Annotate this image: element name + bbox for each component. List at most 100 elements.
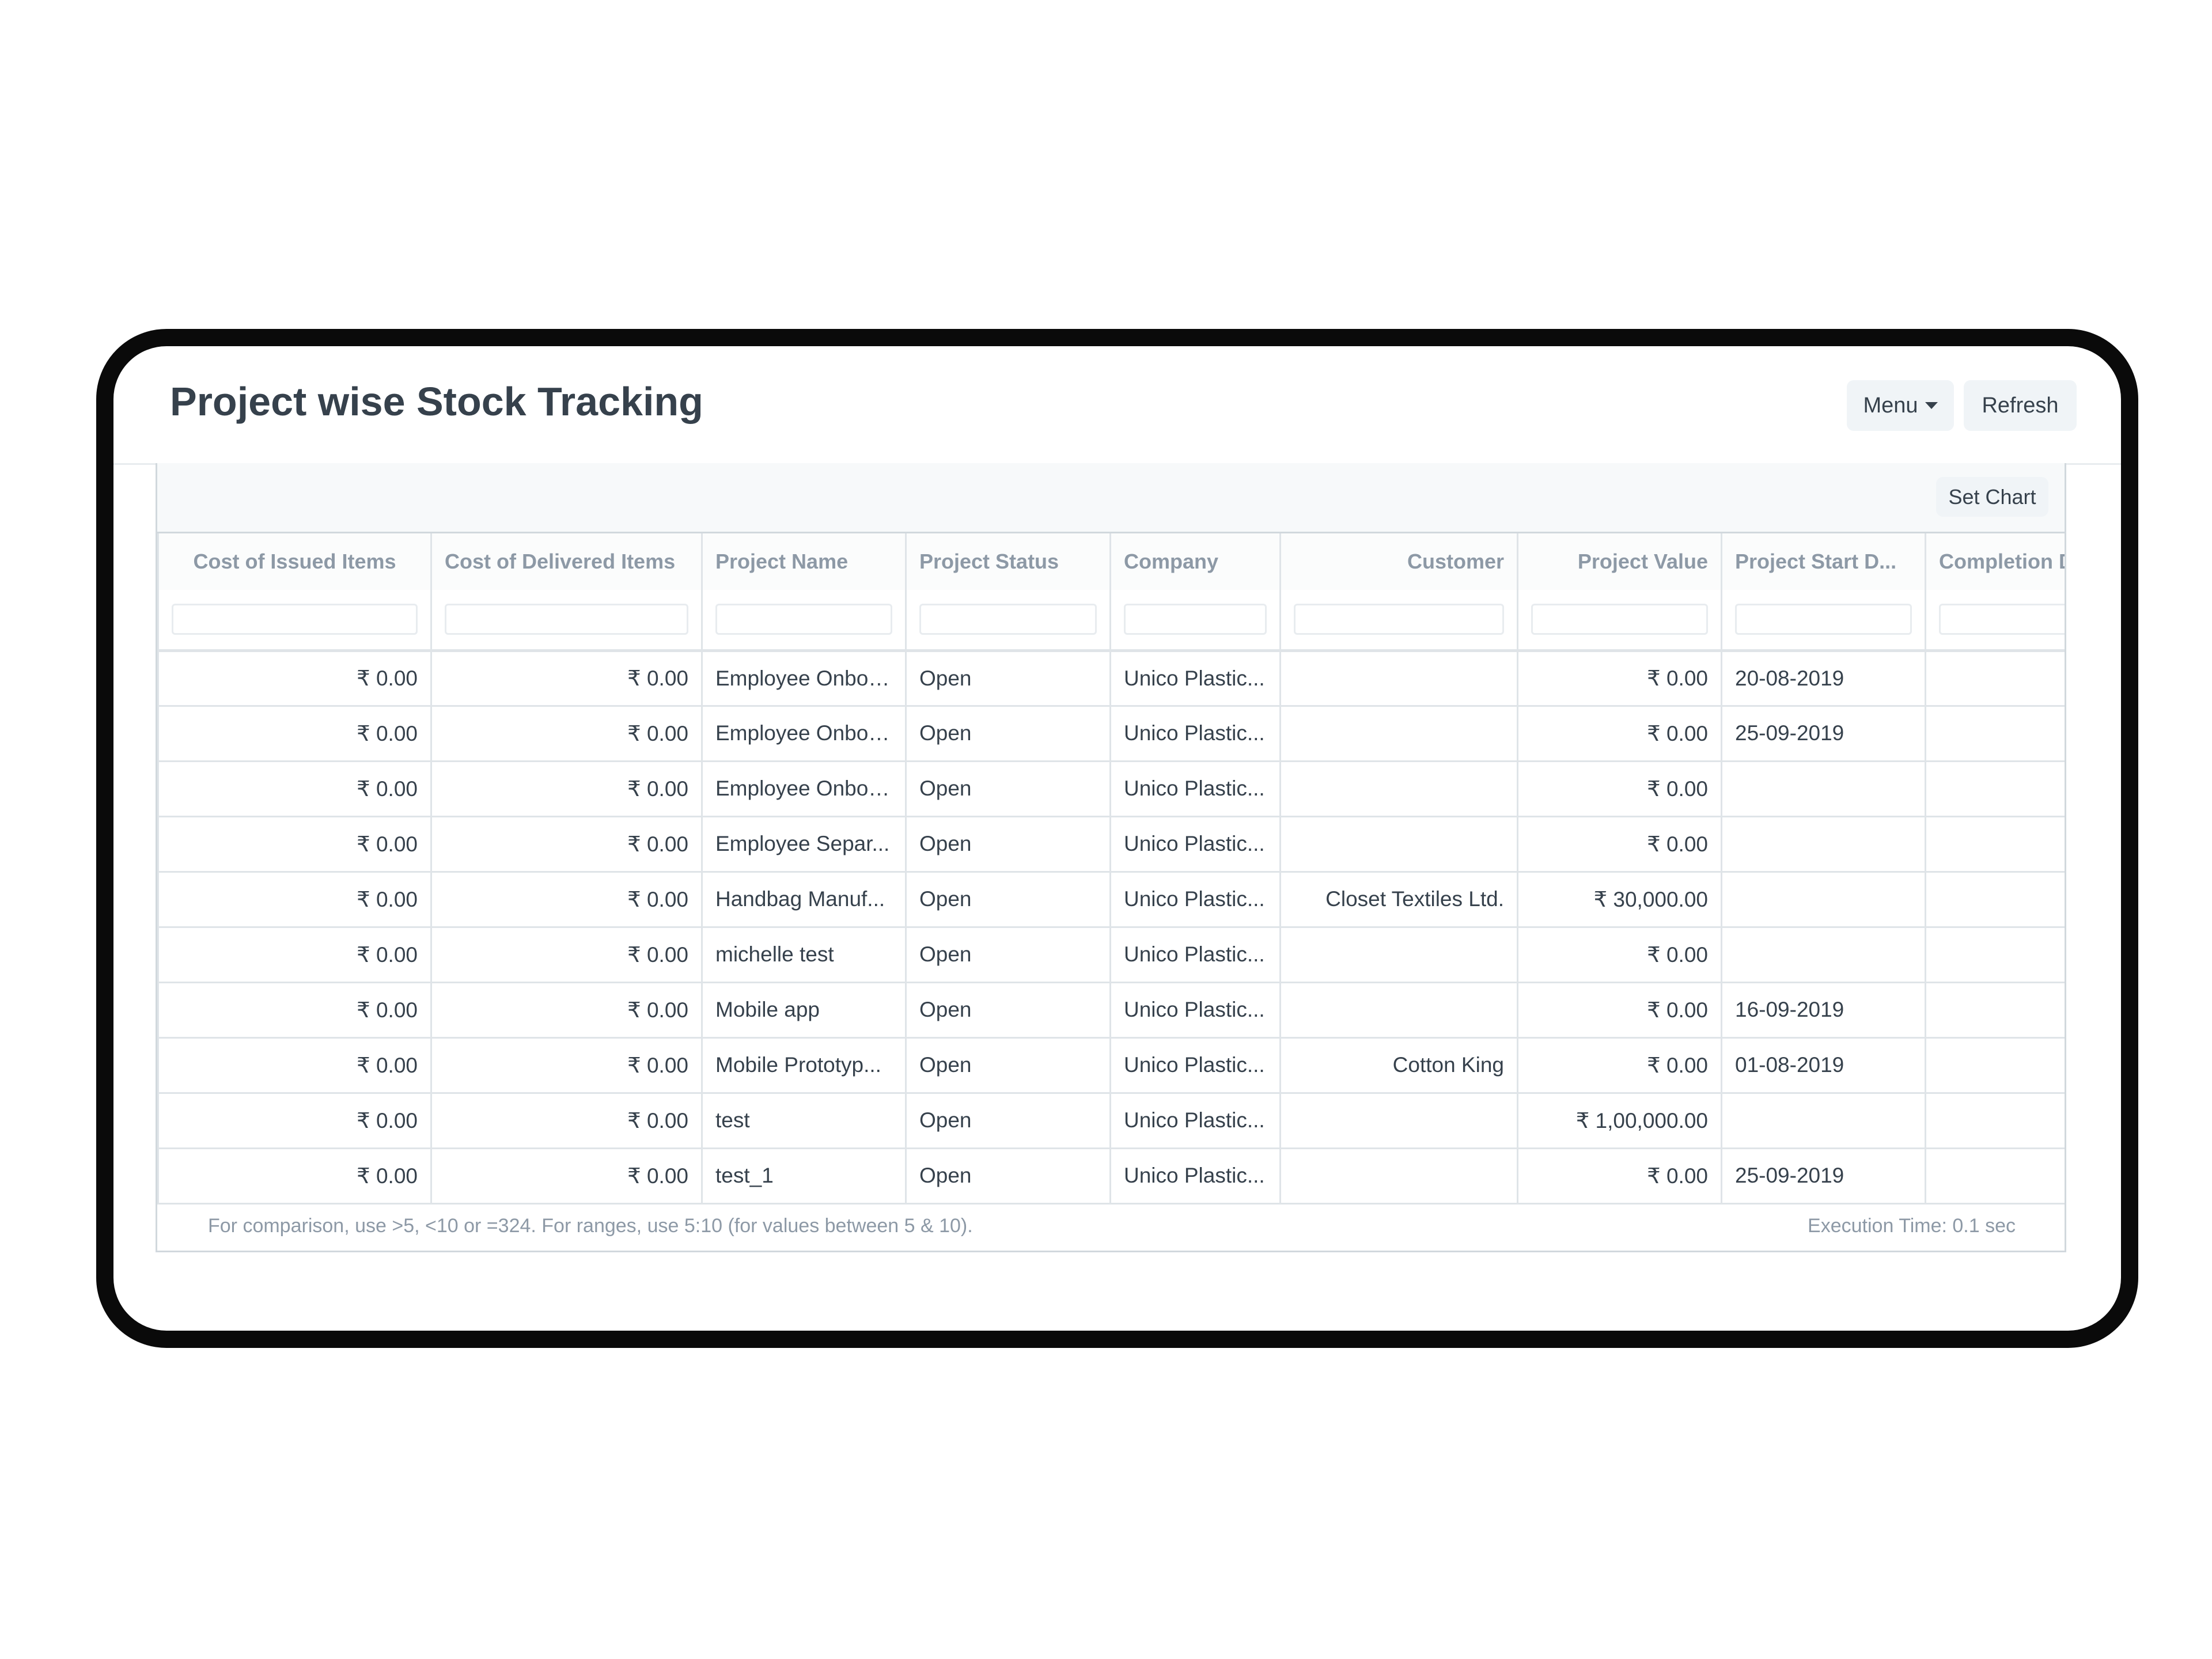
cell-project-value[interactable]: ₹ 0.00 — [1517, 982, 1722, 1039]
filter-input-project-start-date[interactable] — [1735, 604, 1912, 635]
table-row[interactable]: ₹ 0.00 ₹ 0.00 test_1 Open Unico Plastic... ₹ … — [157, 1148, 2065, 1205]
cell-cost-of-issued-items[interactable]: ₹ 0.00 — [157, 1037, 432, 1094]
cell-project-name[interactable]: Mobile app — [702, 982, 907, 1039]
filter-input-completion-date[interactable] — [1939, 604, 2065, 635]
column-header-company[interactable]: Company — [1110, 533, 1281, 590]
cell-cost-of-issued-items[interactable]: ₹ 0.00 — [157, 982, 432, 1039]
cell-company[interactable]: Unico Plastic... — [1110, 1037, 1281, 1094]
column-header-project-start-date[interactable]: Project Start D... — [1721, 533, 1926, 590]
table-row[interactable]: ₹ 0.00 ₹ 0.00 michelle test Open Unico Plast… — [157, 927, 2065, 983]
cell-completion-date[interactable] — [1925, 706, 2065, 762]
cell-completion-date[interactable] — [1925, 650, 2065, 707]
cell-customer[interactable] — [1280, 1093, 1518, 1149]
cell-project-start-date[interactable]: 25-09-2019 — [1721, 1148, 1926, 1205]
cell-project-status[interactable]: Open — [906, 1093, 1111, 1149]
cell-project-status[interactable]: Open — [906, 650, 1111, 707]
cell-completion-date[interactable]: 31-10-2 — [1925, 1148, 2065, 1205]
cell-company[interactable]: Unico Plastic... — [1110, 1148, 1281, 1205]
cell-company[interactable]: Unico Plastic... — [1110, 706, 1281, 762]
cell-project-start-date[interactable]: 20-08-2019 — [1721, 650, 1926, 707]
cell-customer[interactable] — [1280, 927, 1518, 983]
cell-customer[interactable]: Closet Textiles Ltd. — [1280, 872, 1518, 928]
cell-project-status[interactable]: Open — [906, 1148, 1111, 1205]
filter-input-company[interactable] — [1124, 604, 1267, 635]
column-header-customer[interactable]: Customer — [1280, 533, 1518, 590]
table-row[interactable]: ₹ 0.00 ₹ 0.00 Employee Separ... Open Unico P… — [157, 816, 2065, 873]
cell-completion-date[interactable] — [1925, 816, 2065, 873]
cell-completion-date[interactable] — [1925, 1093, 2065, 1149]
table-row[interactable]: ₹ 0.00 ₹ 0.00 Mobile Prototyp... Open Unico … — [157, 1037, 2065, 1094]
cell-customer[interactable]: Cotton King — [1280, 1037, 1518, 1094]
cell-project-start-date[interactable] — [1721, 872, 1926, 928]
column-header-cost-of-delivered-items[interactable]: Cost of Delivered Items — [431, 533, 703, 590]
cell-cost-of-issued-items[interactable]: ₹ 0.00 — [157, 816, 432, 873]
column-header-project-value[interactable]: Project Value — [1517, 533, 1722, 590]
cell-project-status[interactable]: Open — [906, 982, 1111, 1039]
cell-customer[interactable] — [1280, 650, 1518, 707]
filter-input-project-status[interactable] — [919, 604, 1097, 635]
cell-project-name[interactable]: Employee Onboa... — [702, 706, 907, 762]
cell-cost-of-delivered-items[interactable]: ₹ 0.00 — [431, 650, 703, 707]
cell-company[interactable]: Unico Plastic... — [1110, 650, 1281, 707]
filter-input-cost-of-issued-items[interactable] — [172, 604, 418, 635]
cell-project-status[interactable]: Open — [906, 1037, 1111, 1094]
cell-project-start-date[interactable] — [1721, 1093, 1926, 1149]
cell-project-name[interactable]: Employee Separ... — [702, 816, 907, 873]
cell-cost-of-delivered-items[interactable]: ₹ 0.00 — [431, 872, 703, 928]
cell-project-status[interactable]: Open — [906, 706, 1111, 762]
cell-project-value[interactable]: ₹ 0.00 — [1517, 927, 1722, 983]
cell-customer[interactable] — [1280, 761, 1518, 817]
cell-project-status[interactable]: Open — [906, 927, 1111, 983]
table-row[interactable]: ₹ 0.00 ₹ 0.00 Employee Onboa... Open Unico P… — [157, 650, 2065, 707]
cell-company[interactable]: Unico Plastic... — [1110, 872, 1281, 928]
cell-cost-of-delivered-items[interactable]: ₹ 0.00 — [431, 1148, 703, 1205]
cell-project-start-date[interactable] — [1721, 816, 1926, 873]
cell-cost-of-issued-items[interactable]: ₹ 0.00 — [157, 1093, 432, 1149]
cell-project-name[interactable]: Mobile Prototyp... — [702, 1037, 907, 1094]
cell-company[interactable]: Unico Plastic... — [1110, 927, 1281, 983]
filter-input-project-value[interactable] — [1531, 604, 1708, 635]
cell-customer[interactable] — [1280, 1148, 1518, 1205]
cell-project-value[interactable]: ₹ 30,000.00 — [1517, 872, 1722, 928]
table-row[interactable]: ₹ 0.00 ₹ 0.00 Employee Onboa... Open Unico P… — [157, 706, 2065, 762]
cell-cost-of-issued-items[interactable]: ₹ 0.00 — [157, 927, 432, 983]
cell-project-value[interactable]: ₹ 0.00 — [1517, 761, 1722, 817]
cell-project-value[interactable]: ₹ 0.00 — [1517, 650, 1722, 707]
cell-project-name[interactable]: test_1 — [702, 1148, 907, 1205]
table-row[interactable]: ₹ 0.00 ₹ 0.00 test Open Unico Plastic... ₹ 1,… — [157, 1093, 2065, 1149]
cell-project-value[interactable]: ₹ 0.00 — [1517, 706, 1722, 762]
cell-customer[interactable] — [1280, 706, 1518, 762]
table-row[interactable]: ₹ 0.00 ₹ 0.00 Mobile app Open Unico Plastic.… — [157, 982, 2065, 1039]
cell-project-name[interactable]: Employee Onboa... — [702, 761, 907, 817]
cell-cost-of-delivered-items[interactable]: ₹ 0.00 — [431, 1093, 703, 1149]
cell-project-name[interactable]: Handbag Manuf... — [702, 872, 907, 928]
cell-project-start-date[interactable]: 16-09-2019 — [1721, 982, 1926, 1039]
cell-project-value[interactable]: ₹ 1,00,000.00 — [1517, 1093, 1722, 1149]
cell-project-status[interactable]: Open — [906, 816, 1111, 873]
cell-cost-of-delivered-items[interactable]: ₹ 0.00 — [431, 816, 703, 873]
cell-company[interactable]: Unico Plastic... — [1110, 761, 1281, 817]
column-header-project-status[interactable]: Project Status — [906, 533, 1111, 590]
cell-project-name[interactable]: michelle test — [702, 927, 907, 983]
column-header-completion-date[interactable]: Completion D — [1925, 533, 2065, 590]
cell-project-value[interactable]: ₹ 0.00 — [1517, 1148, 1722, 1205]
cell-cost-of-delivered-items[interactable]: ₹ 0.00 — [431, 706, 703, 762]
cell-customer[interactable] — [1280, 982, 1518, 1039]
cell-cost-of-issued-items[interactable]: ₹ 0.00 — [157, 1148, 432, 1205]
cell-project-value[interactable]: ₹ 0.00 — [1517, 816, 1722, 873]
cell-project-start-date[interactable]: 01-08-2019 — [1721, 1037, 1926, 1094]
cell-cost-of-delivered-items[interactable]: ₹ 0.00 — [431, 1037, 703, 1094]
cell-project-start-date[interactable] — [1721, 927, 1926, 983]
cell-company[interactable]: Unico Plastic... — [1110, 982, 1281, 1039]
cell-completion-date[interactable]: 30-11-2 — [1925, 872, 2065, 928]
filter-input-project-name[interactable] — [715, 604, 892, 635]
cell-cost-of-delivered-items[interactable]: ₹ 0.00 — [431, 927, 703, 983]
cell-cost-of-delivered-items[interactable]: ₹ 0.00 — [431, 982, 703, 1039]
cell-project-start-date[interactable] — [1721, 761, 1926, 817]
cell-project-name[interactable]: Employee Onboa... — [702, 650, 907, 707]
refresh-button[interactable]: Refresh — [1964, 380, 2077, 431]
table-row[interactable]: ₹ 0.00 ₹ 0.00 Handbag Manuf... Open Unico Pl… — [157, 872, 2065, 928]
cell-cost-of-delivered-items[interactable]: ₹ 0.00 — [431, 761, 703, 817]
cell-cost-of-issued-items[interactable]: ₹ 0.00 — [157, 650, 432, 707]
cell-cost-of-issued-items[interactable]: ₹ 0.00 — [157, 761, 432, 817]
